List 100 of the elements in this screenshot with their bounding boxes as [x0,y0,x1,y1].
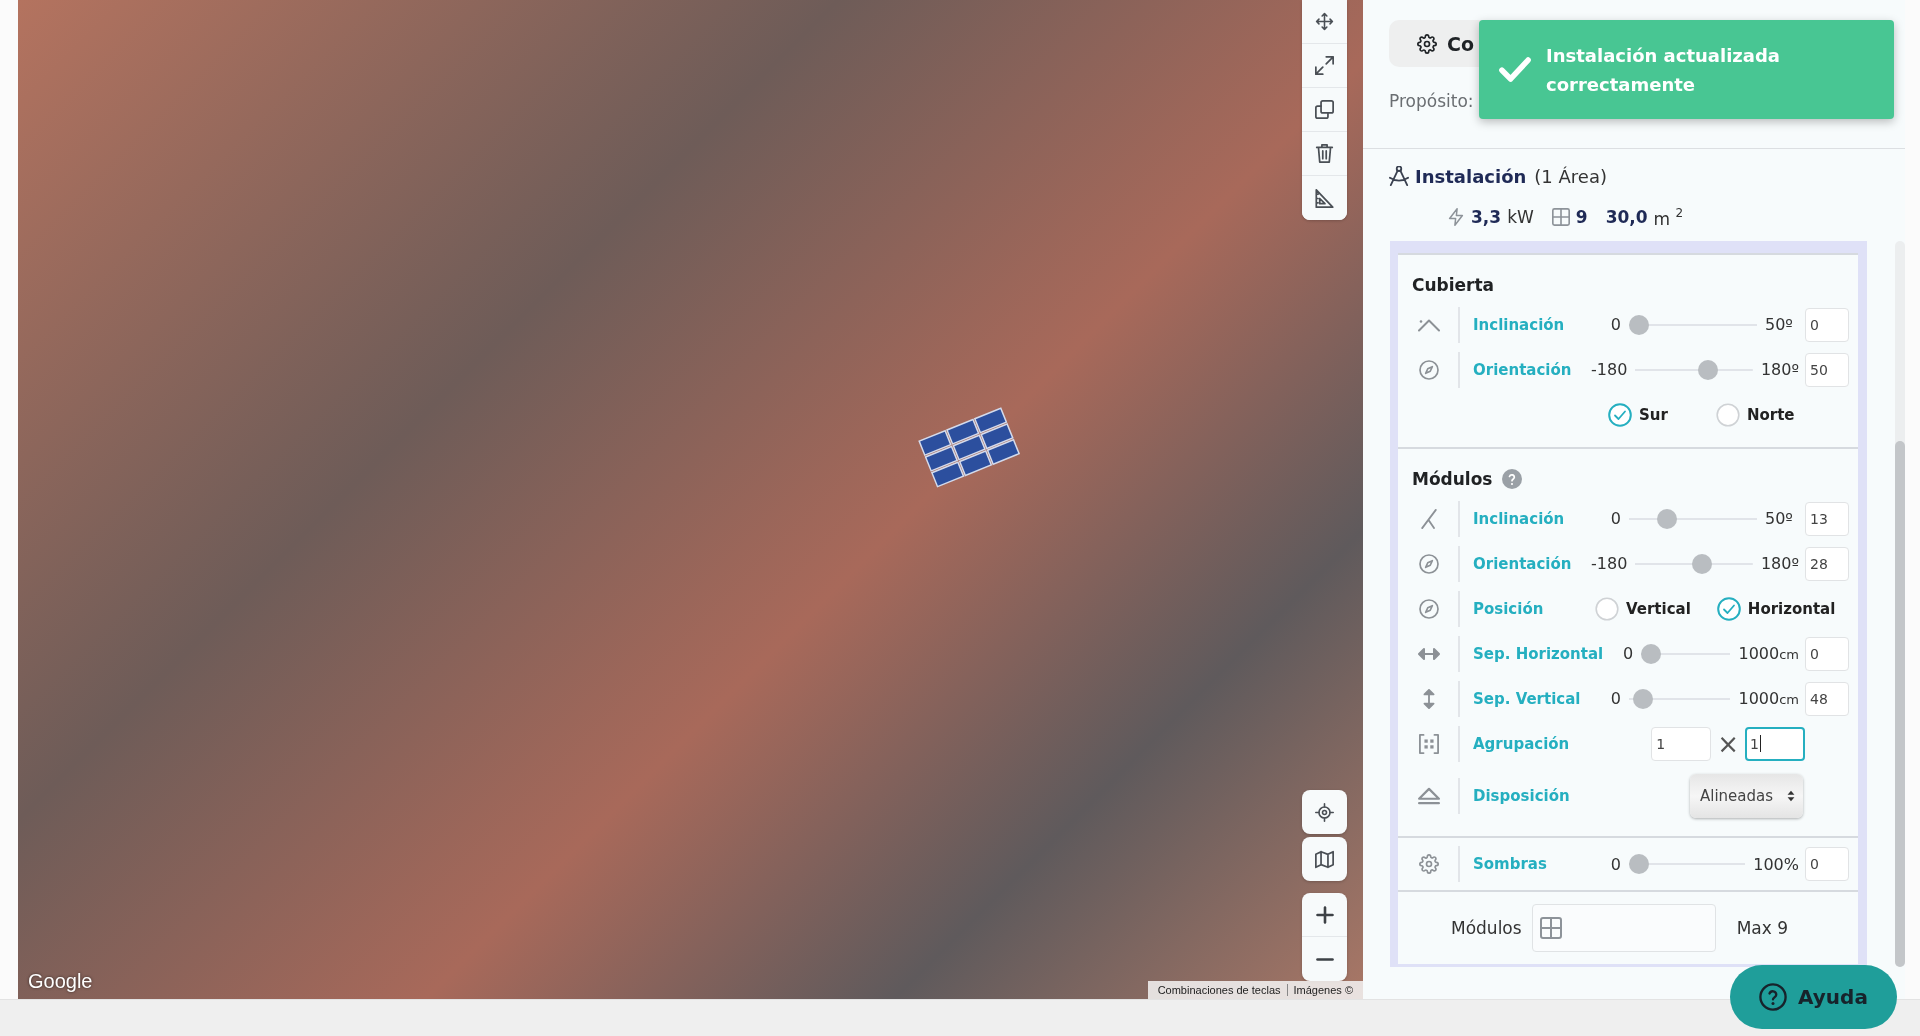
slider-thumb[interactable] [1691,553,1712,574]
solar-module [930,461,965,488]
gear-icon [1418,854,1440,874]
map-tool-button[interactable] [1302,44,1347,88]
setting-label: Orientación [1473,360,1573,379]
number-field[interactable]: 0 [1805,636,1849,671]
solar-module [958,450,993,477]
solar-module [946,418,980,445]
help-icon [1759,983,1788,1011]
range-min-label: -180 [1591,554,1628,573]
number-field[interactable]: 13 [1805,501,1849,536]
range-min-label: 0 [1609,509,1621,528]
number-field[interactable]: 1 [1745,726,1805,761]
help-button[interactable]: Ayuda [1730,965,1897,1029]
installation-area-count: (1 Área) [1534,165,1607,187]
range-max-label: 180º [1760,554,1799,573]
map-tool-button[interactable] [1302,88,1347,132]
setting-label: Agrupación [1473,734,1571,753]
radio-label: Norte [1746,405,1795,424]
setting-label: Inclinación [1473,315,1566,334]
range-max-label: 50º [1765,509,1794,528]
range-min-label: 0 [1609,315,1621,334]
modules-input-field[interactable] [1531,904,1716,952]
map-logo-text: Google [28,970,93,993]
times-sign: × [1717,730,1739,757]
attribution-link[interactable]: Imágenes © [1286,984,1359,996]
number-field[interactable]: 0 [1805,847,1849,881]
compass-icon [1418,359,1440,380]
slider-thumb[interactable] [1633,688,1654,709]
zoom-out-button[interactable] [1302,937,1347,981]
zoom-in-icon [1315,905,1334,924]
grid-icon [1539,917,1562,939]
modules-label: Módulos [1451,918,1522,938]
setting-label: Sombras [1473,855,1548,873]
compass-icon [1418,553,1440,574]
slider-thumb[interactable] [1629,854,1649,874]
solar-module [924,445,959,472]
range-max-label: 180º [1760,360,1799,379]
help-icon[interactable] [1501,469,1522,489]
stat-value: 3,3 [1471,207,1502,227]
stat-value: 30,0 [1605,207,1648,227]
purpose-label: Propósito: [1389,91,1474,111]
solar-module [973,407,1008,434]
sort-arrows-icon [1787,790,1795,802]
angle-icon [1418,508,1440,529]
compass-icon [1418,598,1440,619]
toast-message: Instalación actualizada correctamente [1546,43,1781,97]
solar-module [952,434,986,461]
copy-icon [1315,100,1334,119]
range-max-label: 50º [1765,315,1794,334]
eject-icon [1418,786,1440,806]
setting-label: Inclinación [1473,509,1566,528]
crosshair-icon [1315,802,1334,822]
solar-module [980,423,1014,450]
number-field[interactable]: 0 [1805,307,1849,342]
stat-unit: kW [1507,207,1534,227]
section-title: Cubierta [1412,275,1495,295]
range-max-label: 1000cm [1738,689,1799,708]
setting-label: Disposición [1473,787,1571,805]
scrollbar-thumb[interactable] [1895,441,1905,967]
slider-thumb[interactable] [1629,314,1649,335]
scrollbar-track[interactable] [1895,241,1905,967]
number-field[interactable]: 48 [1805,681,1849,716]
gear-icon [1417,33,1437,54]
stat-value: 9 [1575,207,1588,227]
number-field[interactable]: 50 [1805,352,1849,387]
locate-button[interactable] [1302,790,1347,834]
slider-thumb[interactable] [1657,508,1678,529]
range-max-label: 100% [1753,854,1799,874]
max-modules-text: Max 9 [1736,918,1788,938]
map-type-button[interactable] [1302,837,1347,881]
select-dropdown[interactable]: Alineadas [1690,774,1803,818]
radio-button[interactable] [1716,596,1741,621]
slider-thumb[interactable] [1697,359,1718,380]
radio-button[interactable] [1595,596,1619,621]
move-icon [1315,12,1334,31]
stat-unit: m $^{2}$ [1653,205,1684,229]
expand-icon [1315,56,1334,75]
setting-label: Posición [1473,599,1545,618]
number-field[interactable]: 28 [1805,546,1849,581]
number-field[interactable]: 1 [1651,726,1712,761]
radio-button[interactable] [1608,402,1632,427]
radio-label: Sur [1639,405,1668,424]
map-tool-button[interactable] [1302,132,1347,176]
trash-icon [1315,144,1334,163]
range-min-label: 0 [1609,689,1621,708]
range-min-label: -180 [1591,360,1628,379]
zoom-in-button[interactable] [1302,893,1347,937]
check-icon [1499,57,1531,82]
map-tool-button[interactable] [1302,176,1347,220]
range-min-label: 0 [1622,644,1634,663]
drafting-compass-icon [1389,166,1409,186]
bracketed-dots-icon [1418,733,1440,754]
slider-thumb[interactable] [1641,643,1662,664]
zoom-out-icon [1315,956,1334,962]
setting-label: Sep. Horizontal [1473,644,1604,663]
radio-button[interactable] [1715,402,1740,427]
attribution-link[interactable]: Combinaciones de teclas [1151,984,1287,996]
map-tool-button[interactable] [1302,0,1347,44]
range-min-label: 0 [1609,854,1621,874]
